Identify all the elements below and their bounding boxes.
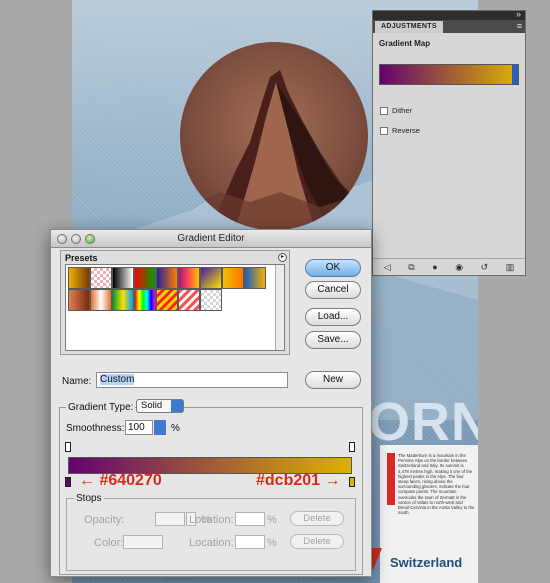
reset-icon[interactable]: ↺ — [481, 262, 489, 273]
color-swatch-field[interactable] — [123, 535, 163, 549]
dither-checkbox[interactable]: Dither — [380, 106, 412, 115]
opacity-location-label: Location: — [189, 514, 234, 526]
smoothness-dropdown-icon[interactable] — [154, 420, 166, 435]
name-input[interactable]: Custom — [96, 372, 288, 388]
adjustment-title: Gradient Map — [379, 39, 431, 48]
new-button[interactable]: New — [305, 371, 361, 389]
presets-grid — [65, 264, 285, 351]
panel-footer: ◁ ⧉ ● ◉ ↺ ▥ — [373, 258, 525, 275]
opacity-stop-right[interactable] — [349, 442, 355, 452]
reverse-label: Reverse — [392, 126, 420, 135]
gradient-type-select[interactable]: Solid — [136, 399, 184, 413]
preset-swatch[interactable] — [156, 289, 178, 311]
smoothness-unit: % — [171, 423, 180, 434]
gradient-type-value: Solid — [141, 400, 163, 411]
preset-swatch[interactable] — [156, 267, 178, 289]
preset-swatch[interactable] — [90, 267, 112, 289]
presets-group: Presets ▸ — [60, 250, 290, 355]
dialog-title: Gradient Editor — [177, 233, 245, 244]
panel-tab-bar: ADJUSTMENTS ≡ — [373, 20, 525, 33]
poster-info-card: The Matterhorn is a mountain in the Penn… — [380, 445, 478, 583]
color-left-hex: #640270 — [99, 472, 162, 489]
color-delete-button[interactable]: Delete — [290, 534, 344, 549]
preset-swatch[interactable] — [200, 267, 222, 289]
preset-swatch[interactable] — [178, 267, 200, 289]
adjustments-panel: » ADJUSTMENTS ≡ Gradient Map Dither Reve… — [372, 9, 526, 276]
poster-title: ORN — [368, 392, 478, 452]
panel-top-bar: » — [373, 9, 525, 20]
trash-icon[interactable]: ▥ — [506, 262, 515, 273]
color-right-hex: #dcb201 — [256, 472, 321, 489]
color-location-label: Location: — [189, 537, 234, 549]
ok-button[interactable]: OK — [305, 259, 361, 277]
presets-label: Presets — [65, 253, 98, 263]
clip-layer-icon[interactable]: ⧉ — [408, 262, 414, 273]
dialog-titlebar[interactable]: Gradient Editor — [51, 230, 371, 248]
opacity-label: Opacity: — [84, 514, 125, 526]
presets-menu-icon[interactable]: ▸ — [278, 253, 287, 262]
collapse-icon[interactable]: » — [516, 9, 521, 19]
load-button[interactable]: Load... — [305, 308, 361, 326]
preset-swatch[interactable] — [178, 289, 200, 311]
checkbox-box[interactable] — [380, 106, 388, 115]
preset-swatch[interactable] — [90, 289, 112, 311]
color-location-unit: % — [267, 537, 277, 549]
color-right-annotation: #dcb201 → — [256, 472, 341, 489]
checkbox-box[interactable] — [380, 126, 388, 135]
save-button[interactable]: Save... — [305, 331, 361, 349]
back-arrow-icon[interactable]: ◁ — [384, 262, 391, 273]
presets-scrollbar[interactable] — [275, 265, 284, 350]
matterhorn-circle — [180, 42, 368, 230]
gradient-editor-dialog: Gradient Editor Presets ▸ OK Cancel Load… — [50, 229, 372, 577]
eye-icon[interactable]: ● — [432, 262, 437, 272]
color-stop-right[interactable] — [349, 477, 355, 487]
preset-swatch[interactable] — [244, 267, 266, 289]
preset-swatch[interactable] — [112, 289, 134, 311]
preset-swatch[interactable] — [134, 289, 156, 311]
opacity-delete-button[interactable]: Delete — [290, 511, 344, 526]
name-label: Name: — [62, 376, 92, 387]
preset-swatch[interactable] — [68, 289, 90, 311]
reverse-checkbox[interactable]: Reverse — [380, 126, 420, 135]
smoothness-input[interactable]: 100 — [125, 420, 153, 435]
opacity-location-input[interactable] — [235, 512, 265, 526]
card-brand: Switzerland — [390, 555, 463, 570]
view-previous-icon[interactable]: ◉ — [455, 262, 463, 273]
opacity-location-unit: % — [267, 514, 277, 526]
color-left-annotation: ← #640270 — [79, 472, 162, 489]
preset-swatch[interactable] — [200, 289, 222, 311]
select-arrows-icon[interactable] — [171, 400, 183, 412]
preset-swatch[interactable] — [222, 267, 244, 289]
card-body-text: The Matterhorn is a mountain in the Penn… — [398, 453, 475, 516]
name-value: Custom — [100, 374, 135, 385]
preset-swatch[interactable] — [134, 267, 156, 289]
gradient-type-label: Gradient Type: — [66, 402, 136, 413]
gradient-dropdown-button[interactable] — [512, 65, 518, 84]
color-stop-left[interactable] — [65, 477, 71, 487]
matterhorn-peak — [180, 70, 368, 230]
opacity-stop-left[interactable] — [65, 442, 71, 452]
cancel-button[interactable]: Cancel — [305, 281, 361, 299]
preset-swatch[interactable] — [68, 267, 90, 289]
color-label: Color: — [94, 537, 124, 549]
panel-menu-icon[interactable]: ≡ — [517, 21, 522, 31]
tab-adjustments[interactable]: ADJUSTMENTS — [375, 21, 443, 33]
opacity-input[interactable] — [155, 512, 185, 526]
stops-label: Stops — [74, 493, 104, 504]
color-location-input[interactable] — [235, 535, 265, 549]
preset-swatch[interactable] — [112, 267, 134, 289]
gradient-map-preview[interactable] — [379, 64, 519, 85]
dither-label: Dither — [392, 106, 413, 115]
smoothness-label: Smoothness: — [66, 423, 125, 434]
